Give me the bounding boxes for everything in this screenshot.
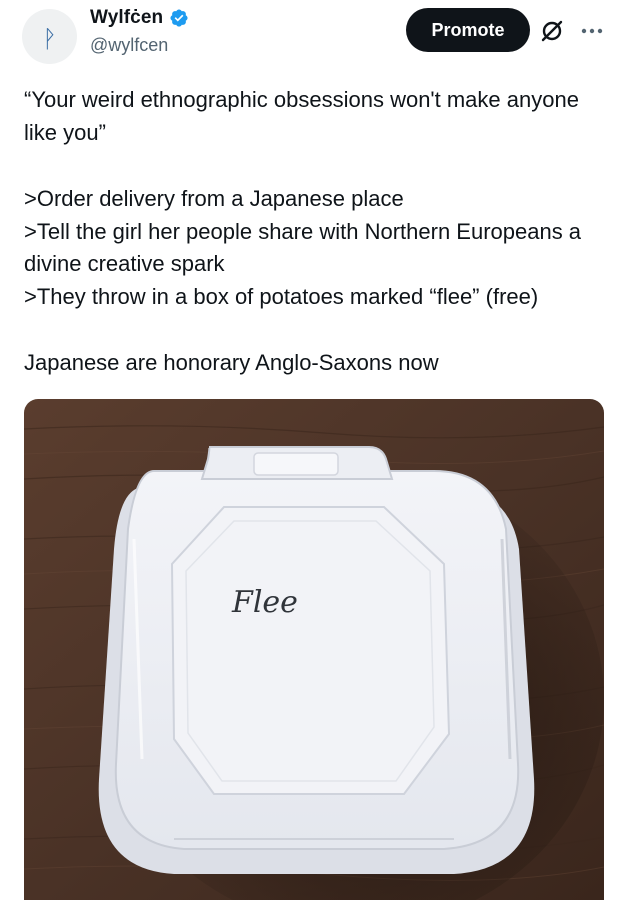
tweet-line-greentext: >Tell the girl her people share with Nor… xyxy=(24,218,582,277)
avatar[interactable]: ᚹ xyxy=(22,9,77,64)
tweet-card: ᚹ Wylfċen @wylfcen Promote “Your weird e… xyxy=(0,0,627,900)
foam-box-photo: Flee xyxy=(24,399,604,900)
tweet-line-quote: “Your weird ethnographic obsessions won'… xyxy=(24,87,579,145)
tweet-text: “Your weird ethnographic obsessions won'… xyxy=(24,84,604,380)
tweet-line-greentext: >Order delivery from a Japanese place xyxy=(24,186,404,211)
author-handle[interactable]: @wylfcen xyxy=(90,35,168,56)
promote-button[interactable]: Promote xyxy=(406,8,530,52)
tweet-line-conclusion: Japanese are honorary Anglo-Saxons now xyxy=(24,350,439,375)
grok-icon[interactable] xyxy=(538,17,566,45)
author-name-row: Wylfċen xyxy=(90,7,189,29)
more-dots-icon xyxy=(581,28,603,34)
display-name[interactable]: Wylfċen xyxy=(90,7,163,29)
more-icon[interactable] xyxy=(578,17,606,45)
avatar-glyph: ᚹ xyxy=(42,24,57,53)
tweet-line-greentext: >They throw in a box of potatoes marked … xyxy=(24,283,539,309)
tweet-photo[interactable]: Flee xyxy=(24,399,604,900)
handwritten-label: Flee xyxy=(231,585,298,620)
verified-badge-icon xyxy=(170,9,188,27)
